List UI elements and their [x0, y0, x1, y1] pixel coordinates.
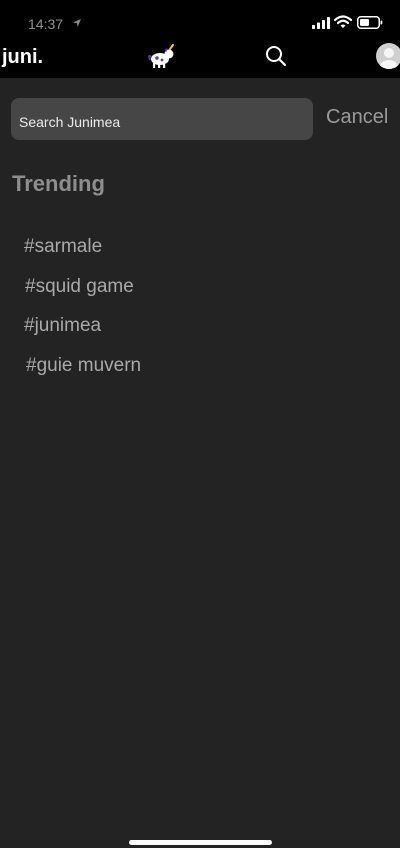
location-arrow-icon	[73, 19, 81, 27]
cancel-button[interactable]: Cancel	[326, 106, 388, 129]
status-time: 14:37	[28, 16, 64, 32]
battery-icon	[357, 16, 383, 29]
trending-tag-junimea[interactable]: #junimea	[24, 315, 101, 337]
search-input[interactable]	[11, 98, 313, 140]
trending-tag-squid-game[interactable]: #squid game	[25, 276, 134, 298]
search-screen: 14:37 juni. Search Junimea Cancel Trendi…	[0, 0, 400, 848]
top-bar: 14:37 juni.	[0, 0, 400, 78]
search-row: Cancel	[0, 98, 400, 140]
search-icon[interactable]	[264, 44, 288, 68]
brand-logo[interactable]: juni.	[2, 46, 43, 69]
nav-bar: juni.	[0, 40, 400, 78]
trending-tag-guie-muvern[interactable]: #guie muvern	[26, 355, 141, 377]
signal-icon	[312, 17, 330, 29]
mascot-icon[interactable]	[148, 44, 176, 70]
trending-tag-sarmale[interactable]: #sarmale	[24, 236, 102, 258]
trending-heading: Trending	[12, 171, 105, 196]
avatar[interactable]	[376, 43, 400, 69]
wifi-icon	[334, 15, 352, 28]
status-bar: 14:37	[0, 0, 400, 44]
avatar-icon	[380, 48, 398, 69]
home-indicator[interactable]	[129, 840, 272, 845]
